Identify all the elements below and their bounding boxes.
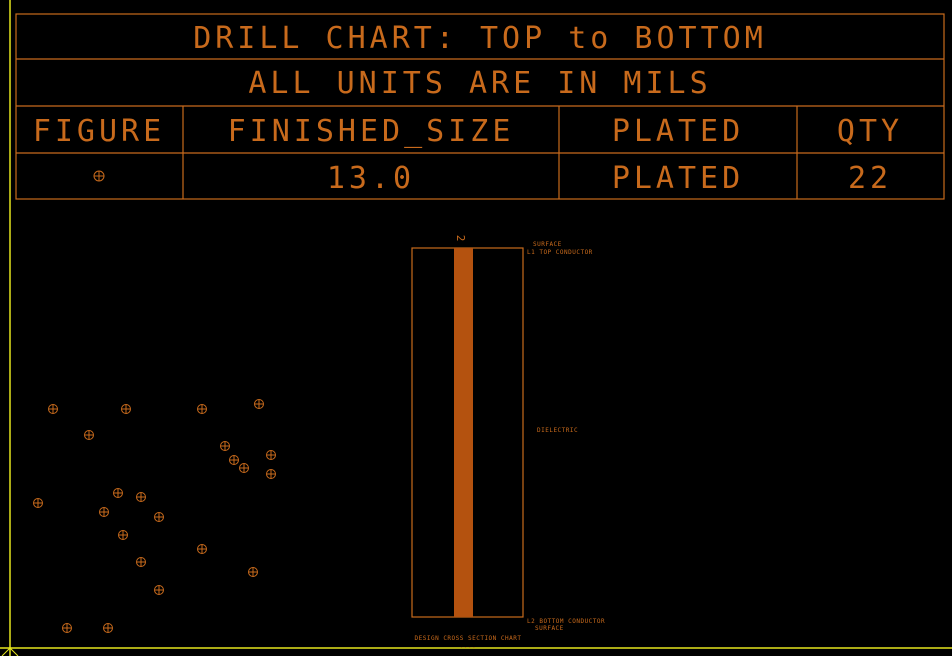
drill-chart-subtitle: ALL UNITS ARE IN MILS — [248, 66, 711, 101]
drill-hit-icon — [136, 557, 146, 567]
finished-size-value: 13.0 — [327, 161, 415, 196]
via-barrel — [454, 248, 473, 617]
drill-hit-icon — [136, 492, 146, 502]
drill-hit-icon — [254, 399, 264, 409]
drill-hit-icon — [229, 455, 239, 465]
layer-label-dielectric: DIELECTRIC — [537, 427, 578, 434]
drill-hit-icon — [33, 498, 43, 508]
drill-hit-icon — [197, 404, 207, 414]
column-header-finished-size: FINISHED_SIZE — [228, 114, 515, 149]
layer-label-top-surface: SURFACE — [533, 241, 562, 248]
column-header-plated: PLATED — [612, 114, 744, 149]
cad-canvas: DRILL CHART: TOP to BOTTOM ALL UNITS ARE… — [0, 0, 952, 656]
drill-hit-icon — [154, 585, 164, 595]
drill-hit-icon — [48, 404, 58, 414]
drill-hit-icon — [84, 430, 94, 440]
drill-hit-icon — [62, 623, 72, 633]
drill-hit-icon — [118, 530, 128, 540]
drill-hit-icon — [113, 488, 123, 498]
qty-value: 22 — [848, 161, 892, 196]
drill-figure-icon — [93, 170, 105, 182]
plated-value: PLATED — [612, 161, 744, 196]
drill-hit-icon — [239, 463, 249, 473]
layer-label-bottom-surface: SURFACE — [535, 625, 564, 632]
drill-chart-title: DRILL CHART: TOP to BOTTOM — [193, 21, 767, 56]
cross-section-chart: 2 SURFACE L1 TOP CONDUCTOR DIELECTRIC L2… — [411, 235, 605, 650]
column-header-qty: QTY — [837, 114, 903, 149]
drill-hit-icon — [154, 512, 164, 522]
drill-hit-icon — [266, 450, 276, 460]
cross-section-caption: DESIGN CROSS SECTION CHART — [415, 635, 522, 642]
via-label: 2 — [454, 235, 467, 242]
drill-hit-icon — [103, 623, 113, 633]
column-header-figure: FIGURE — [33, 114, 165, 149]
layer-label-bottom-conductor: L2 BOTTOM CONDUCTOR — [527, 618, 605, 625]
drill-hit-icon — [220, 441, 230, 451]
cross-section-caption-sub: .... — [460, 643, 476, 650]
drill-hit-icon — [121, 404, 131, 414]
drill-hit-icon — [266, 469, 276, 479]
drill-hits — [33, 399, 276, 633]
drill-hit-icon — [197, 544, 207, 554]
drill-hit-icon — [99, 507, 109, 517]
drill-hit-icon — [248, 567, 258, 577]
layer-label-top-conductor: L1 TOP CONDUCTOR — [527, 249, 593, 256]
